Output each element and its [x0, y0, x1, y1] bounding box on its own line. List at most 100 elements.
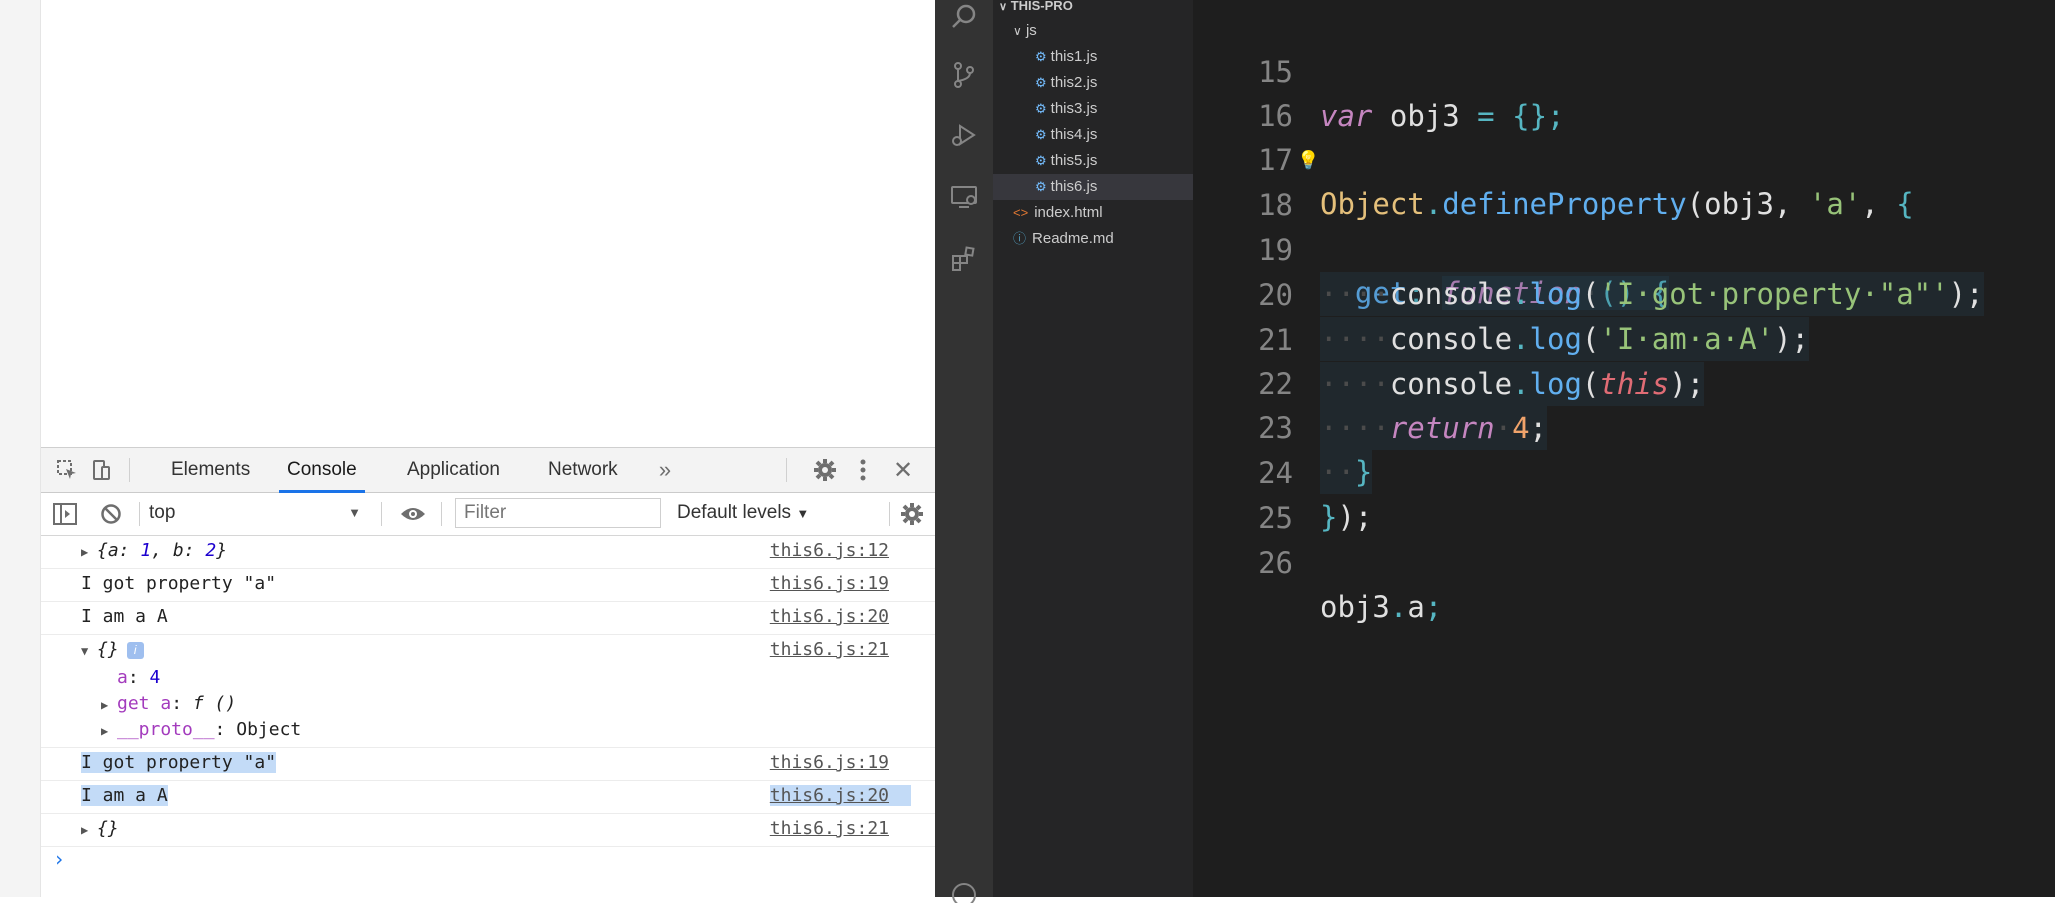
js-file-icon: ⚙	[1035, 101, 1047, 116]
tab-network[interactable]: Network	[540, 448, 626, 490]
code-line: 15 var obj3 = {};	[1193, 6, 2055, 133]
code-line: 17 Object.defineProperty(obj3, 'a', {	[1193, 94, 2055, 221]
toolbar-divider	[786, 458, 787, 482]
explorer-file[interactable]: ⚙ this1.js	[993, 44, 1193, 70]
js-file-icon: ⚙	[1035, 153, 1047, 168]
search-icon[interactable]	[947, 0, 981, 34]
more-tabs-icon[interactable]: »	[651, 456, 679, 484]
activity-bar	[935, 0, 993, 903]
line-number: 26	[1258, 546, 1293, 580]
log-levels-dropdown[interactable]: Default levels ▼	[677, 499, 809, 527]
toolbar-divider	[381, 502, 382, 526]
console-message: ▶ {a: 1, b: 2}	[81, 540, 228, 561]
console-row[interactable]: I am a A this6.js:20	[41, 781, 935, 814]
file-name: this5.js	[1050, 152, 1098, 169]
console-row[interactable]: ▶ {a: 1, b: 2} this6.js:12	[41, 536, 935, 569]
settings-gear-icon[interactable]	[811, 456, 839, 484]
page-viewport[interactable]	[41, 0, 935, 447]
source-link[interactable]: this6.js:20	[770, 606, 889, 627]
log-levels-label: Default levels	[677, 502, 792, 523]
info-file-icon: ⓘ	[1013, 231, 1027, 246]
device-toolbar-icon[interactable]	[87, 456, 115, 484]
explorer-file[interactable]: <> index.html	[993, 200, 1193, 226]
devtools-panel: Elements Console Application Network » ✕	[41, 447, 935, 898]
explorer-folder-header[interactable]: ∨ THIS-PRO	[993, 0, 1193, 18]
file-name: index.html	[1034, 204, 1103, 221]
file-name: Readme.md	[1032, 230, 1114, 247]
js-file-icon: ⚙	[1035, 179, 1047, 194]
console-message: ▼{} i	[81, 639, 144, 660]
console-row[interactable]: I got property "a" this6.js:19	[41, 748, 935, 781]
js-file-icon: ⚙	[1035, 75, 1047, 90]
chevron-down-icon: ∨	[999, 1, 1008, 13]
source-link[interactable]: this6.js:21	[770, 818, 889, 839]
console-prompt-row[interactable]: ›	[41, 847, 935, 881]
chevron-down-icon: ∨	[1013, 24, 1022, 38]
explorer-file[interactable]: ⚙ this3.js	[993, 96, 1193, 122]
code-line: 23 ··}	[1193, 362, 2055, 494]
console-message: I am a A	[81, 785, 168, 806]
object-getter-a[interactable]: ▶ get a: f ()	[101, 693, 236, 714]
source-link[interactable]: this6.js:19	[770, 573, 889, 594]
run-debug-icon[interactable]	[947, 118, 981, 152]
context-select[interactable]: top ▼	[149, 499, 365, 527]
code-line: 22 ····return·4;	[1193, 318, 2055, 450]
context-select-value: top	[149, 502, 176, 523]
filter-input[interactable]	[455, 498, 661, 528]
tab-elements[interactable]: Elements	[163, 448, 258, 490]
explorer-folder-js[interactable]: ∨ js	[993, 18, 1193, 44]
close-icon[interactable]: ✕	[889, 456, 917, 484]
console-settings-gear-icon[interactable]	[898, 500, 926, 528]
code-line: 18 💡 get: function·()·{	[1193, 139, 2055, 310]
source-link[interactable]: this6.js:20	[769, 785, 911, 806]
devtools-toolbar: Elements Console Application Network » ✕	[41, 448, 935, 493]
explorer-file[interactable]: ⚙ this4.js	[993, 122, 1193, 148]
code-line: 20 ····console.log('I·am·a·A');	[1193, 229, 2055, 361]
expand-triangle-icon[interactable]: ▶	[81, 545, 97, 559]
extensions-icon[interactable]	[947, 242, 981, 276]
console-message: I am a A	[81, 606, 168, 627]
source-control-icon[interactable]	[947, 58, 981, 92]
object-proto[interactable]: ▶ __proto__: Object	[101, 719, 301, 740]
code-line: 21 ····console.log(this);	[1193, 274, 2055, 406]
tab-application[interactable]: Application	[399, 448, 508, 490]
source-link[interactable]: this6.js:21	[770, 639, 889, 660]
expand-triangle-icon[interactable]: ▶	[101, 724, 117, 738]
explorer-file-selected[interactable]: ⚙ this6.js	[993, 174, 1193, 200]
expand-triangle-icon[interactable]: ▶	[101, 698, 117, 712]
dropdown-arrow-icon: ▼	[796, 506, 810, 521]
tab-console[interactable]: Console	[279, 448, 365, 493]
source-link[interactable]: this6.js:12	[770, 540, 889, 561]
account-icon[interactable]	[947, 875, 981, 909]
code-line: 19 ····console.log('I·got·property·"a"')…	[1193, 184, 2055, 316]
console-row[interactable]: ▶{} this6.js:21	[41, 814, 935, 847]
console-row-expanded-object[interactable]: ▼{} i this6.js:21 a: 4 ▶ get a: f () ▶ __pr…	[41, 635, 935, 748]
live-expression-eye-icon[interactable]	[399, 500, 427, 528]
kebab-menu-icon[interactable]	[849, 456, 877, 484]
clear-console-icon[interactable]	[97, 500, 125, 528]
source-link[interactable]: this6.js:19	[770, 752, 889, 773]
file-name: this6.js	[1050, 178, 1098, 195]
console-prompt-icon: ›	[53, 847, 66, 871]
remote-explorer-icon[interactable]	[947, 180, 981, 214]
console-message: ▶{}	[81, 818, 119, 839]
console-row[interactable]: I got property "a" this6.js:19	[41, 569, 935, 602]
object-property-a: a: 4	[117, 667, 161, 688]
expand-triangle-icon[interactable]: ▶	[81, 823, 97, 837]
sidebar-toggle-icon[interactable]	[51, 500, 79, 528]
explorer-file[interactable]: ⚙ this5.js	[993, 148, 1193, 174]
browser-window: Elements Console Application Network » ✕	[0, 0, 935, 898]
toolbar-divider	[129, 458, 130, 482]
file-name: this2.js	[1050, 74, 1098, 91]
inspect-element-icon[interactable]	[53, 456, 81, 484]
lightbulb-icon[interactable]: 💡	[1297, 139, 1319, 183]
explorer-file[interactable]: ⓘ Readme.md	[993, 226, 1193, 252]
collapse-triangle-icon[interactable]: ▼	[81, 644, 97, 658]
browser-left-gutter	[0, 0, 41, 897]
info-icon[interactable]: i	[126, 641, 144, 659]
explorer-file[interactable]: ⚙ this2.js	[993, 70, 1193, 96]
console-message: I got property "a"	[81, 573, 277, 594]
toolbar-divider	[139, 502, 140, 526]
console-row[interactable]: I am a A this6.js:20	[41, 602, 935, 635]
code-editor[interactable]: 15 var obj3 = {}; 16 17 Object.definePro…	[1193, 0, 2055, 897]
